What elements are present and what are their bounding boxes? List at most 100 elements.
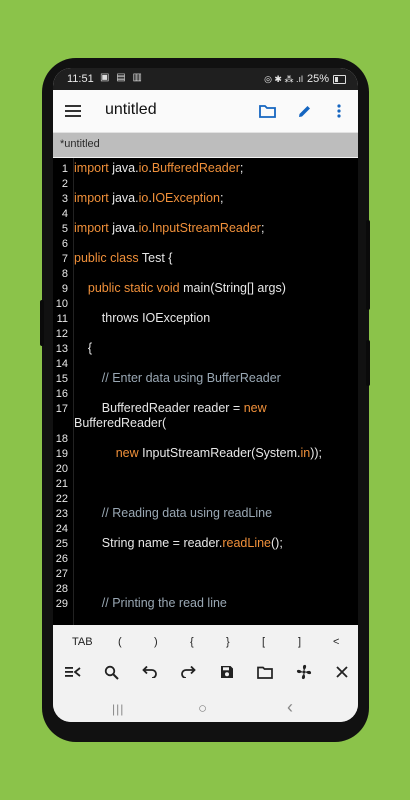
line-number: 29 — [55, 598, 68, 610]
symbol-key-tab[interactable]: TAB — [72, 636, 93, 648]
code-comment: // Reading data using readLine — [74, 506, 273, 520]
line-number: 5 — [61, 223, 68, 235]
code-token: )); — [310, 446, 323, 460]
code-keyword: import — [74, 221, 109, 235]
line-number: 18 — [55, 433, 68, 445]
line-number: 12 — [55, 328, 68, 340]
undo-icon[interactable] — [138, 660, 162, 684]
line-number: 14 — [55, 358, 68, 370]
code-token: java. — [108, 191, 139, 205]
code-keyword: public class — [74, 251, 139, 265]
status-bar: 11:51 ▣ ▤ ▥ ◎ ✱ ⁂ .ıl 25% — [53, 68, 358, 90]
close-icon[interactable] — [330, 660, 354, 684]
line-number: 8 — [61, 268, 68, 280]
symbol-key-open-brace[interactable]: { — [190, 636, 194, 648]
symbol-key-open-paren[interactable]: ( — [118, 636, 122, 648]
line-number: 27 — [55, 568, 68, 580]
search-icon[interactable] — [99, 660, 123, 684]
code-keyword: new — [115, 446, 139, 460]
code-keyword: import — [74, 161, 109, 175]
symbol-key-close-brace[interactable]: } — [226, 636, 230, 648]
app-bar: untitled — [53, 90, 358, 133]
line-number: 23 — [55, 508, 68, 520]
tab-bar: *untitled — [53, 133, 358, 157]
redo-icon[interactable] — [176, 660, 200, 684]
symbol-key-close-paren[interactable]: ) — [154, 636, 158, 648]
line-number: 15 — [55, 373, 68, 385]
line-number: 22 — [55, 493, 68, 505]
code-comment: // Printing the read line — [74, 596, 227, 610]
home-button[interactable]: ○ — [198, 700, 207, 717]
line-number: 28 — [55, 583, 68, 595]
line-number: 13 — [55, 343, 68, 355]
line-number: 9 — [61, 283, 68, 295]
tab-untitled[interactable]: *untitled — [60, 138, 100, 150]
code-keyword: public static void — [87, 281, 180, 295]
battery-icon — [333, 74, 346, 84]
line-number: 17 — [55, 403, 68, 415]
recents-button[interactable]: ||| — [112, 702, 124, 716]
code-keyword: BufferedReader — [151, 161, 240, 175]
code-text: public static void main(String[] args) — [74, 281, 354, 296]
code-token: (); — [271, 536, 283, 550]
code-token: BufferedReader reader = — [74, 401, 244, 415]
folder-icon[interactable] — [255, 99, 279, 123]
code-editor[interactable]: 1 import java.io.BufferedReader; 2 3 import … — [53, 158, 358, 625]
status-right: ◎ ✱ ⁂ .ıl 25% — [264, 73, 346, 85]
notification-icons: ▣ ▤ ▥ — [100, 72, 144, 83]
fan-icon[interactable] — [292, 660, 316, 684]
code-text: public class Test { — [74, 251, 354, 266]
line-number: 25 — [55, 538, 68, 550]
code-text: import java.io.BufferedReader; — [74, 161, 354, 176]
signal-icons: ◎ ✱ ⁂ .ıl — [264, 73, 303, 84]
code-token: main(String[] args) — [179, 281, 286, 295]
line-number: 6 — [61, 238, 68, 250]
back-button[interactable]: ‹ — [287, 697, 293, 718]
system-nav-bar: ||| ○ ‹ — [53, 697, 358, 722]
editor-toolbar: TAB ( ) { } [ ] < — [53, 625, 358, 697]
menu-icon[interactable] — [61, 99, 85, 123]
more-vert-icon[interactable] — [329, 99, 349, 123]
code-token: String name = reader. — [74, 536, 223, 550]
symbol-key-open-bracket[interactable]: [ — [262, 636, 265, 648]
code-text: // Printing the read line — [74, 596, 354, 611]
code-token: ; — [219, 191, 224, 205]
code-token: java. — [108, 161, 139, 175]
line-number: 11 — [56, 313, 68, 325]
code-token: Test { — [138, 251, 173, 265]
code-token: throws IOException — [74, 311, 211, 325]
code-token: { — [74, 341, 93, 355]
code-text: throws IOException — [74, 311, 354, 326]
line-number: 2 — [61, 178, 68, 190]
symbol-key-less-than[interactable]: < — [333, 636, 339, 648]
symbol-key-close-bracket[interactable]: ] — [298, 636, 301, 648]
keyboard-hide-icon[interactable] — [61, 660, 85, 684]
code-keyword: InputStreamReader — [151, 221, 261, 235]
code-token: ; — [260, 221, 265, 235]
page-title: untitled — [105, 101, 157, 118]
line-number: 19 — [55, 448, 68, 460]
line-number: 20 — [55, 463, 68, 475]
line-number: 3 — [61, 193, 68, 205]
code-token: InputStreamReader(System. — [138, 446, 301, 460]
status-time: 11:51 — [67, 73, 94, 85]
code-keyword: import — [74, 191, 109, 205]
pencil-icon[interactable] — [292, 99, 316, 123]
code-token: ; — [239, 161, 244, 175]
save-icon[interactable] — [215, 660, 239, 684]
line-number: 16 — [55, 388, 68, 400]
code-keyword: io — [138, 191, 149, 205]
code-keyword: io — [138, 221, 149, 235]
line-number: 7 — [61, 253, 68, 265]
open-folder-icon[interactable] — [253, 660, 277, 684]
code-comment: // Enter data using BufferReader — [74, 371, 281, 385]
code-token: java. — [108, 221, 139, 235]
phone-side-button — [40, 300, 44, 346]
code-keyword: IOException — [151, 191, 220, 205]
code-keyword: in — [300, 446, 311, 460]
line-number: 26 — [55, 553, 68, 565]
line-number: 1 — [61, 163, 68, 175]
code-keyword: readLine — [222, 536, 272, 550]
